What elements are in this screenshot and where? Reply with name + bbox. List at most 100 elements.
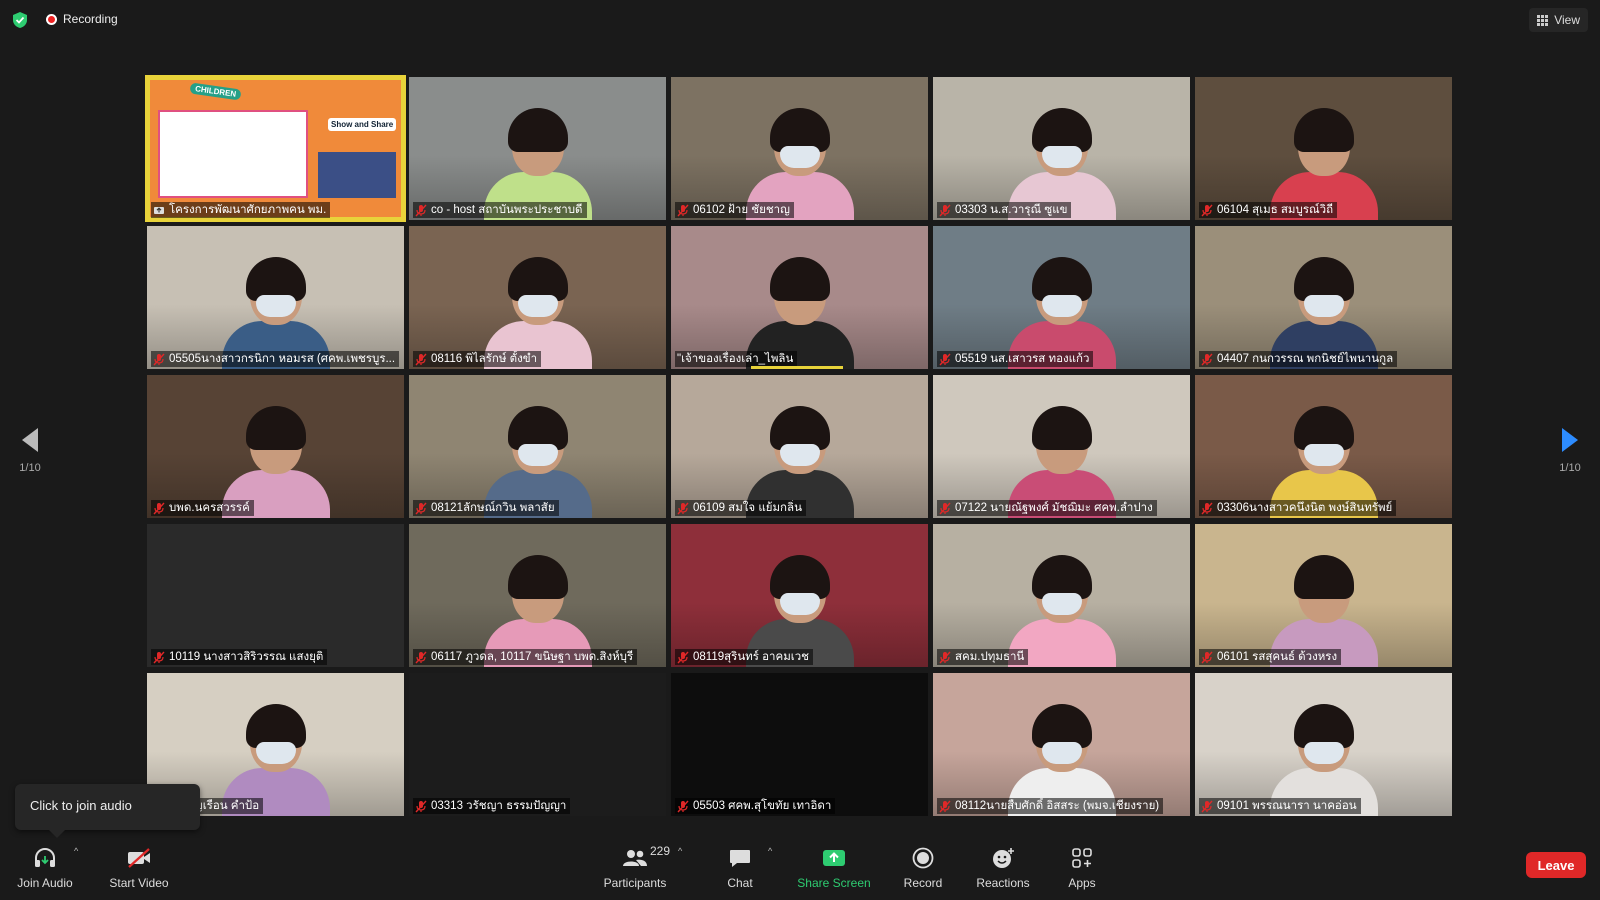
start-video-button[interactable]: Start Video [106,838,172,900]
reactions-button[interactable]: Reactions [974,838,1032,900]
mic-muted-icon [415,353,427,365]
mic-muted-icon [1201,502,1213,514]
participant-tile[interactable]: 05519 นส.เสาวรส ทองแก้ว [933,226,1190,369]
participant-tile[interactable]: 03306นางสาวคนึงนิต พงษ์สินทรัพย์ [1195,375,1452,518]
apps-button[interactable]: Apps [1062,838,1102,900]
participants-options-caret-icon[interactable]: ^ [678,846,682,856]
share-screen-button[interactable]: Share Screen [796,838,872,900]
recording-dot-icon [46,13,57,25]
participant-nameplate: 07122 นายณัฐพงศ์ มัชฌิมะ ศคพ.ลำปาง [937,500,1157,516]
participant-tile[interactable]: 07122 นายณัฐพงศ์ มัชฌิมะ ศคพ.ลำปาง [933,375,1190,518]
participant-tile[interactable]: บพด.นครสวรรค์ [147,375,404,518]
recording-label: Recording [63,12,118,26]
participant-tile[interactable]: 08121ลักษณ์กวิน พลาสัย [409,375,666,518]
participant-nameplate: สคม.ปทุมธานี [937,649,1029,665]
previous-page-button[interactable]: 1/10 [10,428,50,474]
participant-name: 05519 นส.เสาวรส ทองแก้ว [955,353,1090,365]
participant-video [1195,226,1452,369]
participant-nameplate: 06102 ฝ้าย ชัยชาญ [675,202,794,218]
participant-video [409,673,666,816]
participant-video [1195,375,1452,518]
participant-video [933,226,1190,369]
participant-name: 08116 พิไลรักษ์ ตั้งขำ [431,353,538,365]
tooltip-text: Click to join audio [30,798,132,813]
join-audio-button[interactable]: Join Audio [14,838,76,900]
participant-video [147,524,404,667]
participant-tile[interactable]: 06102 ฝ้าย ชัยชาญ [671,77,928,220]
mic-muted-icon [677,502,689,514]
audio-options-caret-icon[interactable]: ^ [74,846,78,856]
participants-button[interactable]: 229 Participants [595,838,675,900]
participant-tile[interactable]: 08119สุรินทร์ อาคมเวช [671,524,928,667]
participant-name: co - host สถาบันพระประชาบดี [431,204,583,216]
mic-muted-icon [415,502,427,514]
participant-tile[interactable]: co - host สถาบันพระประชาบดี [409,77,666,220]
participant-video [671,226,928,369]
participant-name: 03303 น.ส.วารุณี ซูแข [955,204,1068,216]
participant-name: โครงการพัฒนาศักยภาพคน พม. [169,204,327,216]
participant-nameplate: 06117 ภูวดล, 10117 ขนิษฐา บพด.สิงห์บุรี [413,649,638,665]
participant-tile[interactable]: 03303 น.ส.วารุณี ซูแข [933,77,1190,220]
page-indicator-right: 1/10 [1559,462,1581,474]
participant-name: 08119สุรินทร์ อาคมเวช [693,651,809,663]
participant-tile[interactable]: 05505นางสาวกรนิกา หอมรส (ศคพ.เพชรบูร... [147,226,404,369]
participant-tile[interactable]: "เจ้าของเรื่องเล่า_ไพลิน [671,226,928,369]
participant-nameplate: 04407 กนกวรรณ พกนิชย์ไพนานกูล [1199,351,1398,367]
mic-muted-icon [677,204,689,216]
participant-name: 05503 ศคพ.สุโขทัย เทาอิดา [693,800,832,812]
mic-muted-icon [415,651,427,663]
participant-tile[interactable]: 06104 สุเมธ สมบูรณ์วิถี [1195,77,1452,220]
participant-nameplate: 06101 รสสุคนธ์ ด้วงหรง [1199,649,1342,665]
participant-name: 06104 สุเมธ สมบูรณ์วิถี [1217,204,1334,216]
participant-name: 08121ลักษณ์กวิน พลาสัย [431,502,555,514]
participant-name: 05505นางสาวกรนิกา หอมรส (ศคพ.เพชรบูร... [169,353,396,365]
participant-nameplate: co - host สถาบันพระประชาบดี [413,202,587,218]
security-shield-icon[interactable] [12,11,28,29]
participant-tile[interactable]: สคม.ปทุมธานี [933,524,1190,667]
participant-name: 06109 สมใจ แย้มกลิ่น [693,502,802,514]
mic-muted-icon [939,651,951,663]
chat-options-caret-icon[interactable]: ^ [768,846,772,856]
participant-name: 03313 วรัชญา ธรรมปัญญา [431,800,567,812]
apps-icon [1069,846,1095,870]
participant-tile[interactable]: 06109 สมใจ แย้มกลิ่น [671,375,928,518]
participant-tile[interactable]: 06117 ภูวดล, 10117 ขนิษฐา บพด.สิงห์บุรี [409,524,666,667]
participants-icon: 229 [622,844,670,870]
participants-label: Participants [603,876,667,890]
chat-icon [727,846,753,870]
participant-tile[interactable]: 09101 พรรณนารา นาคอ่อน [1195,673,1452,816]
view-button[interactable]: View [1529,8,1588,32]
participant-name: 09101 พรรณนารา นาคอ่อน [1217,800,1357,812]
participant-tile[interactable]: 04407 กนกวรรณ พกนิชย์ไพนานกูล [1195,226,1452,369]
share-screen-icon [821,846,847,870]
participant-nameplate: 08112นายสืบศักดิ์ อิสสระ (พมจ.เชียงราย) [937,798,1164,814]
mic-muted-icon [1201,800,1213,812]
mic-muted-icon [939,353,951,365]
participant-nameplate: 03303 น.ส.วารุณี ซูแข [937,202,1072,218]
participant-tile[interactable]: 05503 ศคพ.สุโขทัย เทาอิดา [671,673,928,816]
participant-name: 08112นายสืบศักดิ์ อิสสระ (พมจ.เชียงราย) [955,800,1160,812]
recording-indicator[interactable]: Recording [46,12,118,26]
participant-tile[interactable]: 08116 พิไลรักษ์ ตั้งขำ [409,226,666,369]
record-button[interactable]: Record [900,838,946,900]
participant-video [147,375,404,518]
participant-video [933,375,1190,518]
participant-tile[interactable]: 10119 นางสาวสิริวรรณ แสงยุติ [147,524,404,667]
participant-nameplate: 06109 สมใจ แย้มกลิ่น [675,500,806,516]
shared-content-video: CHILDREN Show and Share [147,77,404,220]
participant-name: 07122 นายณัฐพงศ์ มัชฌิมะ ศคพ.ลำปาง [955,502,1153,514]
reactions-label: Reactions [976,876,1030,890]
mic-muted-icon [415,800,427,812]
participant-video [671,524,928,667]
grid-view-icon [1537,14,1549,26]
participant-nameplate: 05519 นส.เสาวรส ทองแก้ว [937,351,1094,367]
chat-button[interactable]: Chat [720,838,760,900]
participant-tile[interactable]: 08112นายสืบศักดิ์ อิสสระ (พมจ.เชียงราย) [933,673,1190,816]
next-page-button[interactable]: 1/10 [1550,428,1590,474]
participant-tile[interactable]: CHILDREN Show and Share โครงการพัฒนาศักยภา… [145,75,406,222]
participant-tile[interactable]: 06101 รสสุคนธ์ ด้วงหรง [1195,524,1452,667]
participant-tile[interactable]: 03313 วรัชญา ธรรมปัญญา [409,673,666,816]
mic-muted-icon [939,800,951,812]
zoom-meeting-window: Recording View 1/10 1/10 CHILDREN Show an… [0,0,1600,900]
leave-button[interactable]: Leave [1526,852,1586,878]
